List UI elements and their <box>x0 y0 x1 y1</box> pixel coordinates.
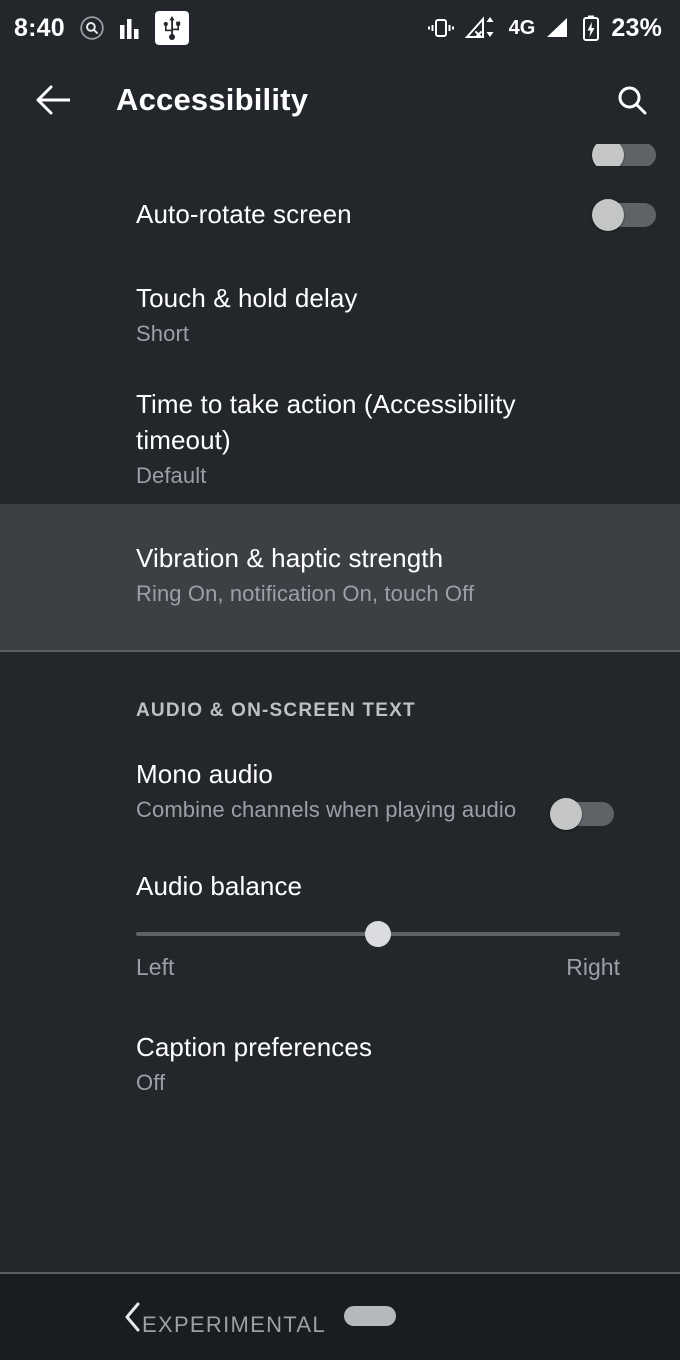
list-item-auto-rotate-screen[interactable]: Auto-rotate screen <box>0 166 680 262</box>
list-item-subtitle: Ring On, notification On, touch Off <box>136 581 475 606</box>
audio-balance-slider-wrap[interactable]: Left Right <box>0 921 680 981</box>
row-texts: Audio balance <box>136 868 656 904</box>
row-texts: Vibration & haptic strength Ring On, not… <box>136 540 656 609</box>
arrow-left-icon <box>35 85 73 115</box>
audio-balance-slider-track[interactable] <box>136 921 620 947</box>
list-item-title: Time to take action (Accessibility timeo… <box>136 389 516 455</box>
toggle-switch-partial[interactable] <box>592 144 656 166</box>
list-item-title: Caption preferences <box>136 1032 373 1062</box>
settings-list[interactable]: Auto-rotate screen Touch & hold delay Sh… <box>0 144 680 1360</box>
chevron-left-icon[interactable] <box>122 1300 144 1334</box>
list-item-title: Touch & hold delay <box>136 283 358 313</box>
switch-thumb <box>592 144 624 166</box>
list-item-subtitle: Default <box>136 463 207 488</box>
nav-experimental-label: EXPERIMENTAL <box>142 1312 326 1337</box>
row-texts: Mono audio Combine channels when playing… <box>136 756 528 825</box>
bar-chart-icon <box>119 15 141 41</box>
audio-balance-labels: Left Right <box>136 954 620 981</box>
switch-thumb <box>550 798 582 830</box>
list-item-partial-top[interactable] <box>0 144 680 166</box>
usb-icon <box>154 11 189 45</box>
signal-bars-icon <box>545 16 571 40</box>
list-item-title: Vibration & haptic strength <box>136 543 444 573</box>
home-pill-indicator[interactable] <box>343 1306 396 1326</box>
list-item-subtitle: Short <box>136 321 190 346</box>
list-item-touch-and-hold-delay[interactable]: Touch & hold delay Short <box>0 262 680 366</box>
status-bar-right: 4G 23% <box>427 14 662 43</box>
status-time: 8:40 <box>14 13 65 42</box>
list-item-subtitle: Off <box>136 1070 166 1095</box>
audio-balance-right-label: Right <box>566 954 620 980</box>
list-item-accessibility-timeout[interactable]: Time to take action (Accessibility timeo… <box>0 366 680 504</box>
row-texts: Caption preferences Off <box>136 1029 656 1098</box>
row-texts: Touch & hold delay Short <box>136 280 656 349</box>
list-item-audio-balance[interactable]: Audio balance Left Right <box>0 862 680 981</box>
nav-inner: EXPERIMENTAL <box>122 1300 396 1337</box>
list-item-title: Auto-rotate screen <box>136 199 352 229</box>
toggle-switch-mono-audio[interactable] <box>550 798 614 830</box>
list-item-vibration-haptic-strength[interactable]: Vibration & haptic strength Ring On, not… <box>0 504 680 650</box>
app-header: Accessibility <box>0 56 680 144</box>
status-bar-left: 8:40 <box>14 11 189 45</box>
audio-balance-title: Audio balance <box>136 871 303 901</box>
toggle-switch-auto-rotate[interactable] <box>592 199 656 231</box>
audio-balance-left-label: Left <box>136 954 175 980</box>
network-type-label: 4G <box>508 16 536 39</box>
list-item-title: Mono audio <box>136 759 273 789</box>
system-navigation-bar: EXPERIMENTAL <box>0 1272 680 1360</box>
battery-percent-label: 23% <box>611 13 662 42</box>
list-item-mono-audio[interactable]: Mono audio Combine channels when playing… <box>0 722 680 862</box>
audio-balance-header: Audio balance <box>0 862 680 906</box>
page-title: Accessibility <box>116 82 309 117</box>
back-button[interactable] <box>30 76 78 124</box>
battery-charging-icon <box>581 14 601 42</box>
vibrate-icon <box>427 16 455 40</box>
search-icon <box>615 83 649 117</box>
list-item-caption-preferences[interactable]: Caption preferences Off <box>0 981 680 1095</box>
audio-balance-slider-thumb[interactable] <box>365 921 391 947</box>
magnifier-circle-icon <box>79 15 105 41</box>
row-texts: Time to take action (Accessibility timeo… <box>136 386 594 491</box>
row-texts: Auto-rotate screen <box>136 196 570 232</box>
no-signal-data-icon <box>464 15 499 41</box>
section-header-audio: AUDIO & ON-SCREEN TEXT <box>136 700 416 721</box>
search-button[interactable] <box>608 76 656 124</box>
list-item-subtitle: Combine channels when playing audio <box>136 797 517 822</box>
switch-thumb <box>592 199 624 231</box>
status-bar: 8:40 4G 23% <box>0 0 680 56</box>
